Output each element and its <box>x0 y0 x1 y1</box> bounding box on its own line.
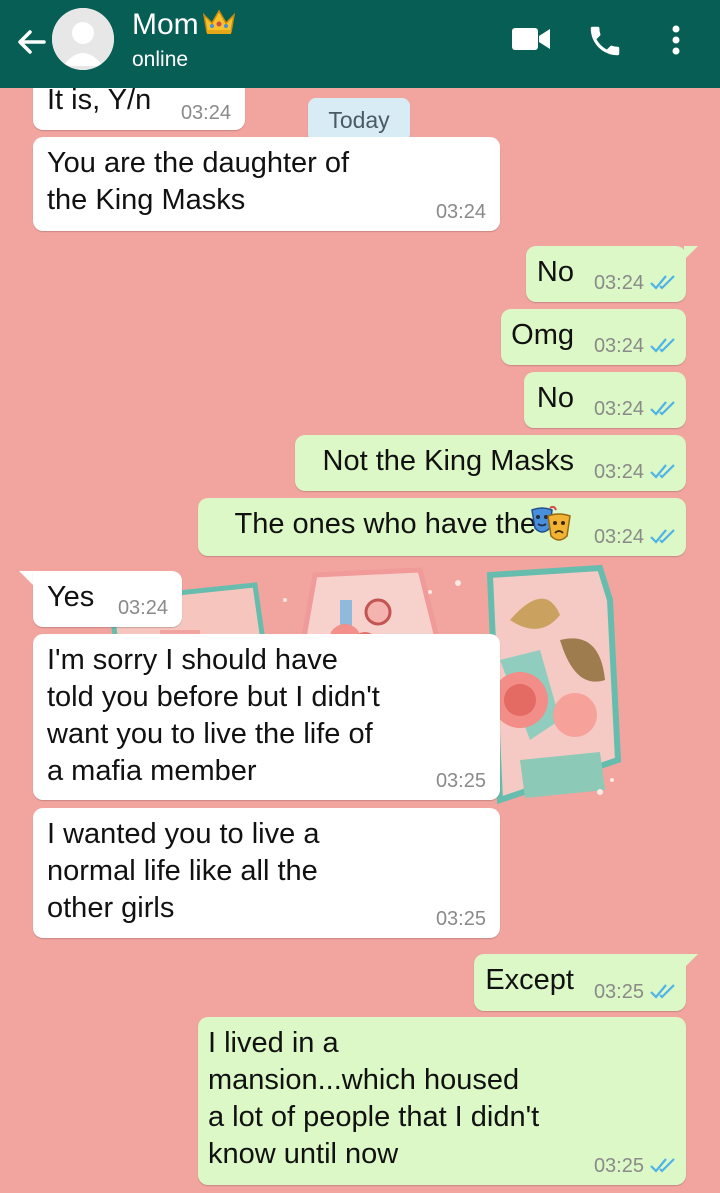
kebab-menu-icon[interactable] <box>664 22 688 58</box>
chat-header: Mom online <box>0 0 720 88</box>
message-bubble-incoming[interactable]: I'm sorry I should have told you before … <box>33 634 500 800</box>
message-bubble-outgoing[interactable]: Except 03:25 <box>474 954 686 1011</box>
message-time: 03:24 <box>435 201 486 223</box>
message-time: 03:24 <box>593 526 644 548</box>
message-bubble-outgoing[interactable]: I lived in a mansion...which housed a lo… <box>198 1017 686 1185</box>
message-text: You are the daughter of the King Masks <box>47 145 349 219</box>
double-check-read-icon <box>650 984 675 999</box>
message-line: a lot of people that I didn't <box>208 1101 540 1133</box>
message-time: 03:25 <box>593 981 644 1003</box>
message-text: Not the King Masks <box>322 445 574 477</box>
default-avatar-icon <box>52 8 114 70</box>
message-bubble-incoming[interactable]: It is, Y/n 03:24 <box>33 88 245 130</box>
message-line: a mafia member <box>47 755 257 787</box>
message-line: mansion...which housed <box>208 1064 520 1096</box>
message-time: 03:24 <box>593 335 644 357</box>
bubble-tail <box>684 954 698 968</box>
message-bubble-outgoing[interactable]: No 03:24 <box>524 372 686 428</box>
crown-emoji-icon <box>202 9 235 34</box>
message-text: No <box>536 256 574 288</box>
message-text: The ones who have the <box>234 508 536 540</box>
message-line: normal life like all the <box>47 855 318 887</box>
message-line: I wanted you to live a <box>47 818 320 850</box>
message-time: 03:24 <box>180 102 231 124</box>
message-line: I'm sorry I should have <box>47 644 338 676</box>
double-check-read-icon <box>650 338 675 353</box>
contact-name-row[interactable]: Mom <box>132 8 237 42</box>
message-bubble-outgoing[interactable]: The ones who have the 03:24 <box>198 498 686 556</box>
contact-name[interactable]: Mom <box>132 8 199 41</box>
message-bubble-outgoing[interactable]: Not the King Masks 03:24 <box>295 435 686 491</box>
message-line: other girls <box>47 892 175 924</box>
bubble-tail <box>684 246 698 260</box>
phone-icon[interactable] <box>586 22 624 60</box>
double-check-read-icon <box>650 529 675 544</box>
message-line: You are the daughter of <box>47 147 350 179</box>
message-list[interactable]: It is, Y/n 03:24 Today You are the daugh… <box>0 88 720 1193</box>
message-text: Omg <box>511 319 574 351</box>
message-text: Yes <box>47 581 95 613</box>
message-time: 03:25 <box>593 1155 644 1177</box>
message-text: It is, Y/n <box>47 88 152 116</box>
performing-arts-emoji-icon <box>531 506 571 541</box>
message-text: I'm sorry I should have told you before … <box>47 642 380 790</box>
bubble-tail <box>19 571 33 585</box>
contact-status: online <box>132 48 189 71</box>
message-time: 03:24 <box>117 597 168 619</box>
message-line: I lived in a <box>208 1027 339 1059</box>
arrow-left-icon[interactable] <box>14 24 50 60</box>
message-bubble-outgoing[interactable]: Omg 03:24 <box>501 309 686 365</box>
message-line: the King Masks <box>47 184 246 216</box>
message-line: know until now <box>208 1138 399 1170</box>
message-time: 03:25 <box>435 770 486 792</box>
message-time: 03:24 <box>593 398 644 420</box>
message-text: Except <box>485 964 574 996</box>
message-time: 03:24 <box>593 272 644 294</box>
message-bubble-incoming[interactable]: I wanted you to live a normal life like … <box>33 808 500 938</box>
message-bubble-incoming[interactable]: Yes 03:24 <box>33 571 182 627</box>
message-line: want you to live the life of <box>47 718 373 750</box>
video-camera-icon[interactable] <box>510 24 552 54</box>
message-line: told you before but I didn't <box>47 681 380 713</box>
date-separator: Today <box>308 98 410 142</box>
double-check-read-icon <box>650 1158 675 1173</box>
message-time: 03:25 <box>435 908 486 930</box>
contact-avatar[interactable] <box>52 8 114 70</box>
message-text: No <box>536 382 574 414</box>
message-bubble-outgoing[interactable]: No 03:24 <box>526 246 686 302</box>
double-check-read-icon <box>650 464 675 479</box>
message-bubble-incoming[interactable]: You are the daughter of the King Masks 0… <box>33 137 500 231</box>
double-check-read-icon <box>650 401 675 416</box>
double-check-read-icon <box>650 275 675 290</box>
message-text: I wanted you to live a normal life like … <box>47 816 319 927</box>
message-time: 03:24 <box>593 461 644 483</box>
message-text: I lived in a mansion...which housed a lo… <box>208 1025 539 1173</box>
